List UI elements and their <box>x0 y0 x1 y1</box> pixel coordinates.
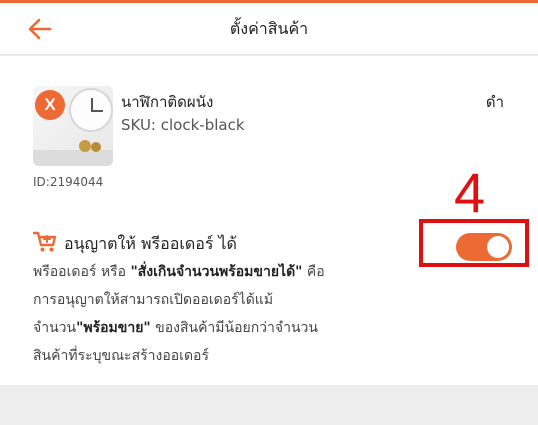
page-title: ตั้งค่าสินค้า <box>229 19 309 38</box>
toggle-knob <box>487 236 509 258</box>
preorder-toggle[interactable] <box>456 233 512 261</box>
brand-logo: X <box>35 90 65 120</box>
app-header: ตั้งค่าสินค้า <box>0 3 538 55</box>
product-settings-panel: X นาฬิกาติดผนัง SKU: clock-black ดำ ID:2… <box>0 56 538 385</box>
preorder-title: อนุญาตให้ พรีออเดอร์ ได้ <box>64 234 237 253</box>
product-variant: ดำ <box>485 93 504 111</box>
product-name: นาฬิกาติดผนัง <box>121 93 214 111</box>
product-id: ID:2194044 <box>33 175 104 189</box>
clock-image <box>69 88 113 132</box>
cart-icon <box>33 231 57 253</box>
product-thumbnail: X <box>33 86 113 166</box>
annotation-step-number: 4 <box>454 161 486 224</box>
product-sku: SKU: clock-black <box>121 116 245 134</box>
preorder-description: พรีออเดอร์ หรือ "สั่งเกินจำนวนพร้อมขายได… <box>33 264 325 364</box>
